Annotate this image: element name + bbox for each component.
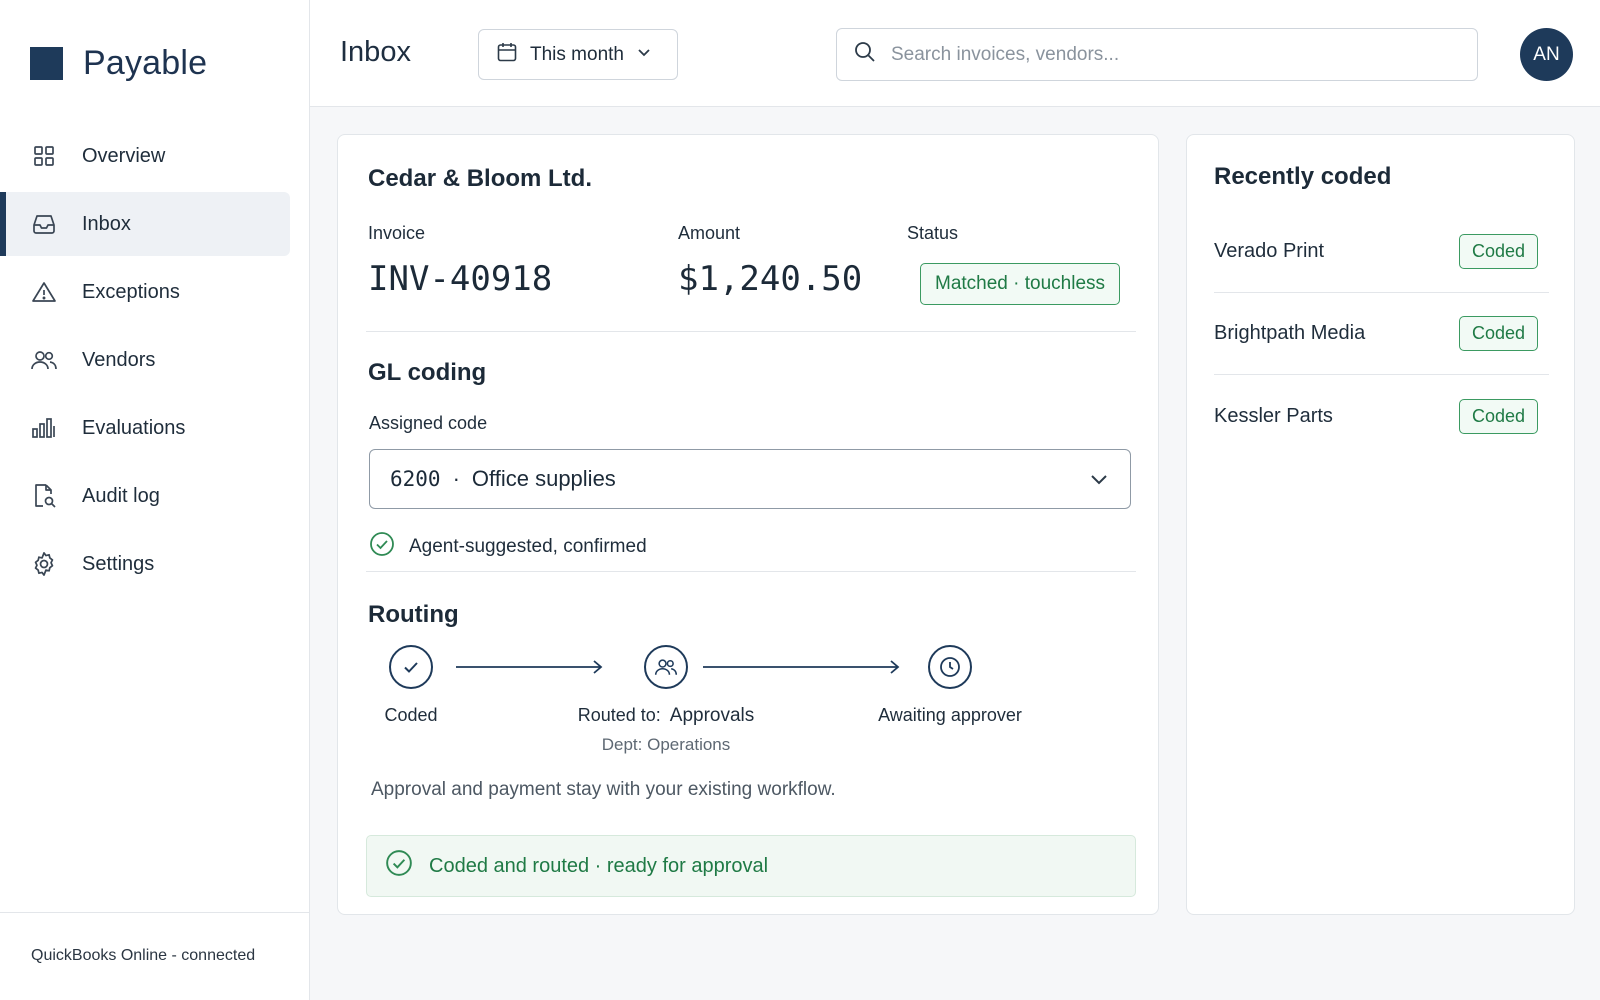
period-label: This month [530, 43, 624, 65]
sidebar-item-label: Evaluations [82, 416, 186, 439]
status-badge: Coded [1459, 398, 1538, 434]
avatar[interactable]: AN [1520, 28, 1573, 81]
gl-code-number: 6200 [390, 467, 441, 491]
assigned-code-label: Assigned code [369, 413, 488, 433]
route-step-label: Routed to: Approvals [578, 705, 755, 727]
sidebar-item-label: Overview [82, 144, 166, 167]
brand-logo-icon [30, 47, 63, 80]
integration-status: QuickBooks Online - connected [0, 912, 310, 1000]
clock-icon [928, 645, 972, 689]
list-item[interactable]: Kessler Parts Coded [1214, 375, 1549, 457]
recently-coded-list: Verado Print Coded Brightpath Media Code… [1214, 211, 1549, 457]
route-step-coded: Coded [376, 645, 446, 726]
chevron-down-icon [1088, 468, 1110, 496]
bar-chart-icon [30, 414, 58, 442]
users-icon [644, 645, 688, 689]
status-badge: Coded [1459, 316, 1538, 351]
routing-title: Routing [368, 601, 459, 628]
sidebar-item-label: Exceptions [82, 280, 180, 303]
success-message: Coded and routed · ready for approval [429, 854, 769, 877]
inbox-icon [30, 210, 58, 238]
recently-coded-title: Recently coded [1214, 163, 1392, 190]
route-step-sublabel: Dept: Operations [602, 735, 731, 755]
status-label: Status [907, 223, 959, 243]
sidebar-item-settings[interactable]: Settings [0, 532, 290, 596]
sidebar-item-label: Settings [82, 552, 155, 575]
sidebar-item-label: Audit log [82, 484, 160, 507]
dept-value: Operations [647, 735, 731, 754]
route-step-awaiting: Awaiting approver [860, 645, 1040, 726]
success-banner: Coded and routed · ready for approval [366, 835, 1136, 897]
file-search-icon [30, 482, 58, 510]
divider [366, 331, 1136, 332]
chevron-down-icon [636, 44, 652, 66]
route-step-label: Awaiting approver [878, 705, 1022, 725]
invoice-label: Invoice [368, 223, 426, 243]
search-icon [853, 40, 877, 69]
brand-name: Payable [83, 44, 208, 82]
period-dropdown[interactable]: This month [478, 29, 678, 80]
sidebar-item-exceptions[interactable]: Exceptions [0, 260, 290, 324]
gear-icon [30, 550, 58, 578]
gl-code-name: Office supplies [471, 466, 616, 491]
sidebar: Payable Overview Inbox Exceptions Vendor… [0, 0, 310, 1000]
search-input[interactable] [891, 43, 1451, 66]
sidebar-item-evaluations[interactable]: Evaluations [0, 396, 290, 460]
sidebar-item-inbox[interactable]: Inbox [0, 192, 290, 256]
users-icon [30, 346, 58, 374]
routed-to-value: Approvals [669, 705, 755, 726]
status-badge: Matched · touchless [920, 263, 1121, 305]
list-item[interactable]: Brightpath Media Coded [1214, 293, 1549, 375]
brand[interactable]: Payable [30, 44, 207, 83]
grid-icon [30, 142, 58, 170]
route-step-label: Coded [384, 705, 438, 725]
gl-code-separator: · [452, 466, 460, 491]
routed-to-prefix: Routed to: [577, 705, 661, 725]
invoice-number: INV-40918 [368, 259, 553, 299]
page-title: Inbox [340, 36, 411, 68]
amount-label: Amount [678, 223, 741, 243]
vendor-name: Verado Print [1214, 240, 1325, 262]
vendor-name: Brightpath Media [1214, 322, 1366, 344]
list-item[interactable]: Verado Print Coded [1214, 211, 1549, 293]
sidebar-item-label: Inbox [82, 212, 131, 235]
sidebar-item-label: Vendors [82, 348, 156, 371]
vendor-name: Kessler Parts [1214, 404, 1333, 427]
sidebar-item-overview[interactable]: Overview [0, 124, 290, 188]
sidebar-item-vendors[interactable]: Vendors [0, 328, 290, 392]
warning-icon [30, 278, 58, 306]
sidebar-nav: Overview Inbox Exceptions Vendors Evalua… [0, 124, 310, 600]
check-circle-icon [385, 849, 413, 883]
check-circle-icon [369, 531, 395, 563]
divider [366, 571, 1136, 572]
vendor-name: Cedar & Bloom Ltd. [368, 165, 593, 192]
invoice-card: Cedar & Bloom Ltd. Invoice INV-40918 Amo… [337, 134, 1159, 915]
gl-code-select[interactable]: 6200 · Office supplies [369, 449, 1131, 509]
coding-confirmation: Agent-suggested, confirmed [369, 531, 647, 563]
invoice-amount: $1,240.50 [678, 259, 863, 299]
workflow-note: Approval and payment stay with your exis… [371, 779, 836, 800]
search-box[interactable] [836, 28, 1478, 81]
top-header: Inbox This month AN [310, 0, 1600, 107]
sidebar-item-audit-log[interactable]: Audit log [0, 464, 290, 528]
status-badge: Coded [1459, 234, 1538, 269]
recently-coded-card: Recently coded Verado Print Coded Bright… [1186, 134, 1575, 915]
gl-coding-title: GL coding [368, 359, 487, 386]
dept-prefix: Dept: [601, 735, 643, 754]
calendar-icon [496, 41, 518, 69]
check-icon [389, 645, 433, 689]
confirmation-text: Agent-suggested, confirmed [409, 536, 647, 557]
